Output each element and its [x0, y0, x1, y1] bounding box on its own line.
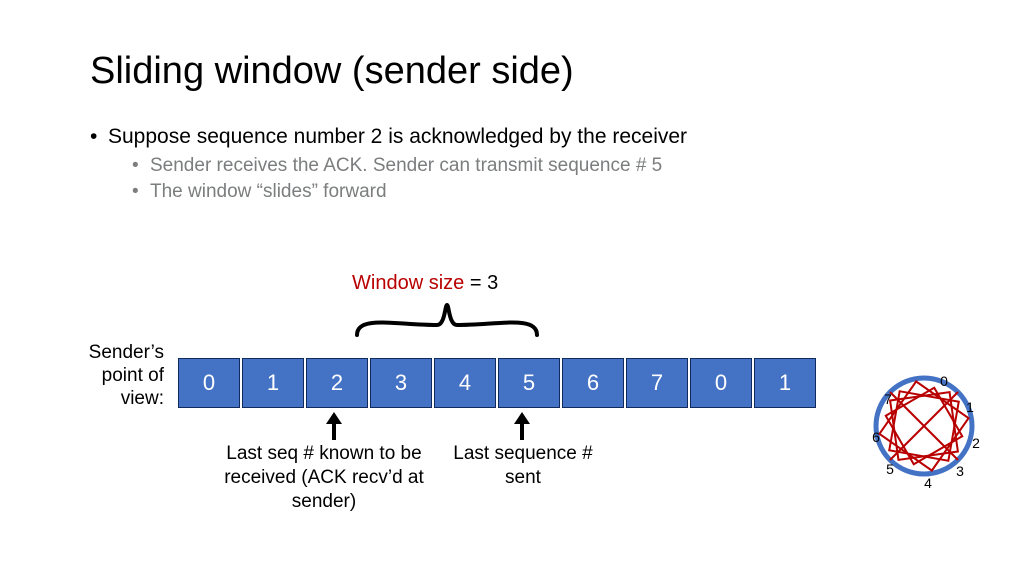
dial-label: 2 — [972, 435, 980, 451]
sender-pov-label: Sender’s point of view: — [74, 342, 164, 410]
bullet-level2: Sender receives the ACK. Sender can tran… — [132, 155, 934, 177]
window-size-value: 3 — [487, 272, 498, 294]
sequence-row: 0 1 2 3 4 5 6 7 0 1 — [178, 358, 816, 408]
dial-label: 4 — [924, 475, 932, 491]
dial-label: 1 — [966, 399, 974, 415]
bullet-level2: The window “slides” forward — [132, 181, 934, 203]
dial-label: 7 — [884, 391, 892, 407]
brace-icon — [352, 300, 542, 340]
bullet-level1: Suppose sequence number 2 is acknowledge… — [90, 125, 934, 149]
window-size-label: Window size = 3 — [352, 272, 498, 295]
arrow-up-icon — [510, 412, 534, 440]
seq-cell: 5 — [498, 358, 560, 408]
dial-label: 6 — [872, 429, 880, 445]
seq-cell: 2 — [306, 358, 368, 408]
window-size-text: Window size — [352, 272, 464, 294]
dial-label: 0 — [940, 373, 948, 389]
annotation-sent: Last sequence # sent — [448, 442, 598, 490]
sequence-number-dial: 0 1 2 3 4 5 6 7 — [854, 356, 994, 496]
seq-cell: 7 — [626, 358, 688, 408]
annotation-ack: Last seq # known to be received (ACK rec… — [214, 442, 434, 513]
seq-cell: 3 — [370, 358, 432, 408]
dial-label: 3 — [956, 463, 964, 479]
seq-cell: 0 — [178, 358, 240, 408]
seq-cell: 4 — [434, 358, 496, 408]
seq-cell: 1 — [242, 358, 304, 408]
seq-cell: 1 — [754, 358, 816, 408]
window-size-sep: = — [464, 272, 487, 294]
seq-cell: 0 — [690, 358, 752, 408]
seq-cell: 6 — [562, 358, 624, 408]
slide-title: Sliding window (sender side) — [90, 50, 934, 93]
dial-label: 5 — [886, 461, 894, 477]
arrow-up-icon — [322, 412, 346, 440]
